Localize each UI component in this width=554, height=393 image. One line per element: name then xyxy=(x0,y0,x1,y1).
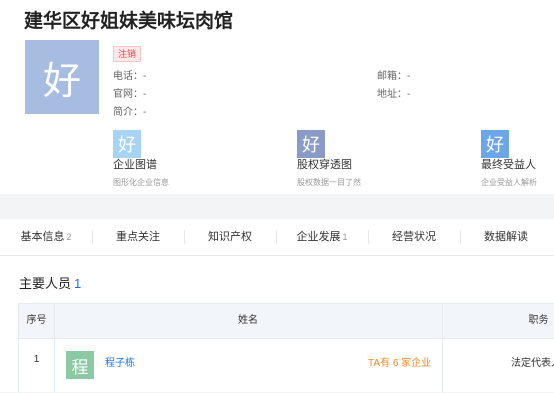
section-title: 主要人员 1 xyxy=(19,273,81,292)
tab-bar: 基本信息 2 重点关注 知识产权 企业发展 1 经营状况 数据解读 xyxy=(0,219,554,256)
tab-count: 1 xyxy=(342,232,348,242)
card-subtitle: 图形化企业信息 xyxy=(113,178,169,187)
card-title: 最终受益人 xyxy=(481,159,536,171)
equity-graph-icon: 好 xyxy=(297,130,325,158)
beneficiary-icon: 好 xyxy=(481,130,509,158)
person-name-link[interactable]: 程子栋 xyxy=(105,354,135,369)
tab-development[interactable]: 企业发展 1 xyxy=(276,219,368,255)
tab-label: 企业发展 xyxy=(296,231,341,243)
person-position: 法定代表人 xyxy=(511,358,554,369)
card-equity-penetration[interactable]: 好 股权穿透图 股权数据一目了然 xyxy=(297,130,361,188)
related-companies-link[interactable]: TA有 6 家企业 xyxy=(368,354,431,369)
table-header: 序号 姓名 职务 xyxy=(19,304,554,339)
card-subtitle: 股权数据一目了然 xyxy=(297,178,361,187)
intro-field: 简介：- xyxy=(113,103,146,118)
email-label: 邮箱： xyxy=(377,71,407,82)
card-subtitle: 企业受益人解析 xyxy=(481,178,537,187)
phone-field: 电话：- xyxy=(113,67,146,82)
tab-count: 2 xyxy=(66,232,72,242)
address-label: 地址： xyxy=(377,89,407,100)
phone-label: 电话： xyxy=(113,71,143,82)
column-header-index: 序号 xyxy=(26,315,47,326)
website-field: 官网：- xyxy=(113,85,146,100)
section-title-label: 主要人员 xyxy=(19,276,72,291)
website-label: 官网： xyxy=(113,89,143,100)
email-field: 邮箱：- xyxy=(377,67,410,82)
tab-label: 经营状况 xyxy=(392,231,436,243)
address-field: 地址：- xyxy=(377,85,410,100)
card-beneficiary[interactable]: 好 最终受益人 企业受益人解析 xyxy=(481,130,537,188)
website-value: - xyxy=(143,89,147,100)
address-value: - xyxy=(407,89,411,100)
tab-label: 知识产权 xyxy=(208,231,252,243)
tab-key-focus[interactable]: 重点关注 xyxy=(92,219,184,255)
row-index: 1 xyxy=(33,354,40,365)
status-badge: 注销 xyxy=(113,46,142,62)
enterprise-graph-icon: 好 xyxy=(113,130,141,158)
table-row: 1 程 程子栋 TA有 6 家企业 法定代表人 xyxy=(19,339,554,381)
tab-data-insight[interactable]: 数据解读 xyxy=(460,219,552,255)
email-value: - xyxy=(407,71,411,82)
intro-label: 简介： xyxy=(113,107,143,118)
tab-operations[interactable]: 经营状况 xyxy=(368,219,460,255)
intro-value: - xyxy=(143,107,147,118)
tab-label: 数据解读 xyxy=(484,231,528,243)
column-header-name: 姓名 xyxy=(238,315,258,326)
section-count: 1 xyxy=(74,276,82,291)
phone-value: - xyxy=(143,71,147,82)
card-title: 股权穿透图 xyxy=(297,159,352,171)
key-personnel-section: 主要人员1 序号 姓名 职务 1 程 程子栋 TA有 6 家企业 法定代表人 xyxy=(0,256,554,393)
column-header-position: 职务 xyxy=(528,315,549,326)
card-title: 企业图谱 xyxy=(113,159,157,171)
tab-basic-info[interactable]: 基本信息 2 xyxy=(0,219,92,255)
company-logo: 好 xyxy=(25,40,99,114)
tab-ip[interactable]: 知识产权 xyxy=(184,219,276,255)
company-name: 建华区好姐妹美味坛肉馆 xyxy=(24,11,234,32)
tab-label: 基本信息 xyxy=(20,231,65,243)
card-enterprise-graph[interactable]: 好 企业图谱 图形化企业信息 xyxy=(113,130,169,188)
company-header: 建华区好姐妹美味坛肉馆 好 注销 电话：- 官网：- 简介：- 邮箱：- 地址：… xyxy=(0,0,554,194)
person-avatar: 程 xyxy=(66,351,94,379)
personnel-table: 序号 姓名 职务 1 程 程子栋 TA有 6 家企业 法定代表人 xyxy=(18,303,554,393)
tab-label: 重点关注 xyxy=(116,231,160,243)
